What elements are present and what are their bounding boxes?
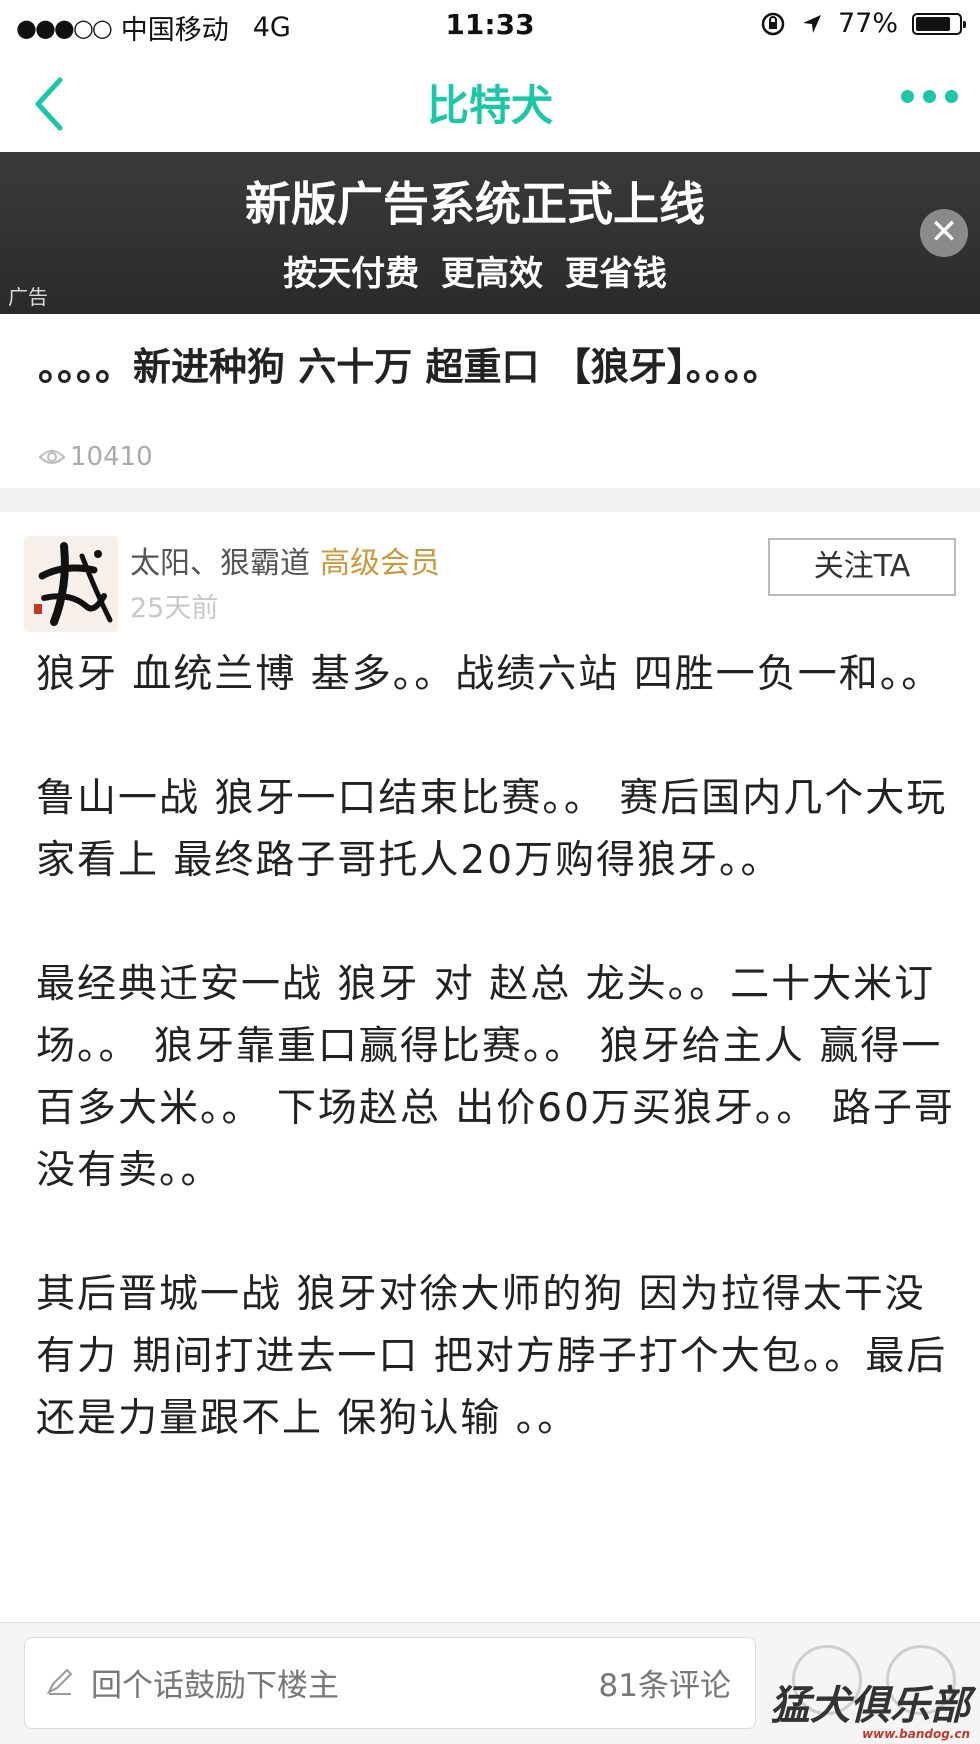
section-divider (0, 488, 980, 512)
content-paragraph: 鲁山一战 狼牙一口结束比赛。。 赛后国内几个大玩家看上 最终路子哥托人20万购得… (36, 776, 948, 883)
watermark: 猛犬俱乐部 www.bandog.cn (770, 1673, 970, 1741)
author-avatar[interactable] (24, 536, 118, 632)
post-time: 25天前 (130, 593, 219, 624)
watermark-url: www.bandog.cn (862, 1727, 970, 1741)
ad-headline: 新版广告系统正式上线 (245, 177, 705, 231)
status-right: 77% (760, 8, 966, 39)
comment-count[interactable]: 81条评论 (599, 1660, 731, 1705)
navigation-bar: 比特犬 (0, 50, 980, 150)
pen-icon (46, 1668, 73, 1695)
close-ad-icon[interactable]: ✕ (920, 209, 968, 257)
status-bar: ●●●○○ 中国移动 4G 11:33 77% (0, 0, 980, 50)
member-badge: 高级会员 (320, 546, 440, 581)
more-options-icon[interactable] (901, 90, 958, 103)
author-name-row: 太阳、狠霸道 高级会员 (130, 538, 440, 582)
battery-percent: 77% (837, 8, 898, 39)
post-header: 。。。。新进种狗 六十万 超重口 【狼牙】。。。。 10410 (0, 314, 980, 488)
view-count-value: 10410 (70, 442, 153, 472)
content-paragraph: 最经典迁安一战 狼牙 对 赵总 龙头。。二十大米订场。。 狼牙靠重口赢得比赛。。… (36, 962, 955, 1193)
post-title: 。。。。新进种狗 六十万 超重口 【狼牙】。。。。 (38, 345, 781, 389)
bottom-bar: 回个话鼓励下楼主 81条评论 猛犬俱乐部 www.bandog.cn (0, 1622, 980, 1744)
content-paragraph: 其后晋城一战 狼牙对徐大师的狗 因为拉得太干没有力 期间打进去一口 把对方脖子打… (36, 1272, 948, 1441)
content-paragraph: 狼牙 血统兰博 基多。。战绩六站 四胜一负一和。。 (36, 652, 943, 697)
page-title: 比特犬 (426, 81, 553, 130)
post-content: 狼牙 血统兰博 基多。。战绩六站 四胜一负一和。。 鲁山一战 狼牙一口结束比赛。… (36, 644, 956, 1512)
battery-icon (912, 12, 966, 35)
location-arrow-icon (802, 14, 821, 33)
eye-icon (38, 450, 66, 464)
comment-input[interactable]: 回个话鼓励下楼主 81条评论 (24, 1637, 756, 1729)
ad-tag: 广告 (8, 285, 48, 309)
ad-banner[interactable]: 新版广告系统正式上线 按天付费 更高效 更省钱 广告 ✕ (0, 152, 980, 314)
watermark-text: 猛犬俱乐部 (770, 1683, 970, 1729)
orientation-lock-icon (761, 12, 785, 35)
ad-subline: 按天付费 更高效 更省钱 (283, 254, 667, 294)
calligraphy-avatar-image (34, 542, 113, 626)
view-count: 10410 (38, 442, 153, 472)
follow-button[interactable]: 关注TA (768, 538, 956, 596)
author-name[interactable]: 太阳、狠霸道 (130, 546, 310, 581)
comment-placeholder: 回个话鼓励下楼主 (91, 1668, 339, 1704)
